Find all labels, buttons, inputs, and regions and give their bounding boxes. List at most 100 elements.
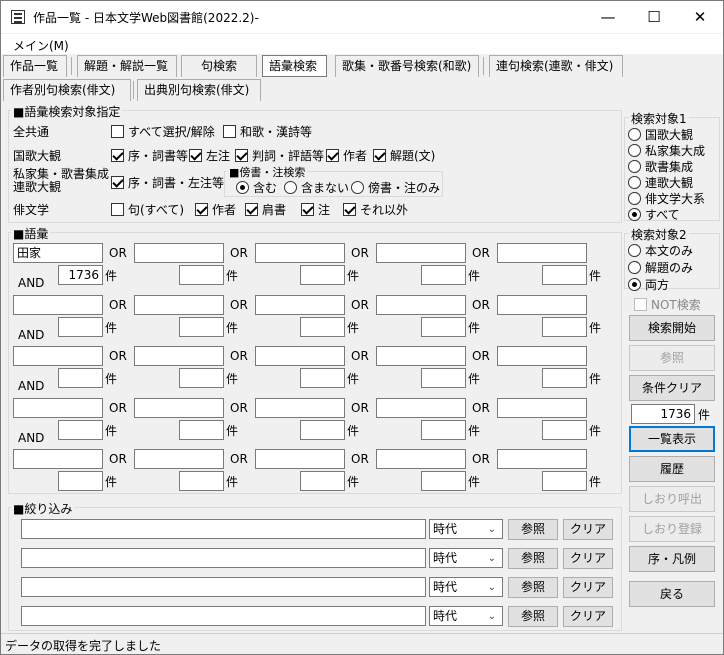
radio-search-target1[interactable]: 国歌大観 xyxy=(628,126,693,143)
bookmark-call-button[interactable]: しおり呼出 xyxy=(629,486,715,512)
radio-search-target1[interactable]: 俳文学大系 xyxy=(628,190,705,207)
term-input[interactable] xyxy=(376,449,466,469)
checkbox-haibun-note[interactable]: 注 xyxy=(301,201,330,218)
term-input[interactable] xyxy=(134,346,224,366)
filter-input[interactable] xyxy=(21,577,426,597)
checkbox-haibun-author[interactable]: 作者 xyxy=(195,201,236,218)
tab-source-haiku-search[interactable]: 出典別句検索(俳文) xyxy=(137,79,261,101)
side-ref-button[interactable]: 参照 xyxy=(629,345,715,371)
term-input[interactable] xyxy=(376,295,466,315)
count-field[interactable] xyxy=(179,368,224,388)
era-select[interactable]: 時代 ⌄ xyxy=(429,606,503,626)
count-field[interactable]: 1736 xyxy=(58,265,103,285)
term-input[interactable] xyxy=(13,398,103,418)
checkbox-kokka-preface[interactable]: 序・詞書等 xyxy=(111,147,188,164)
close-button[interactable]: ✕ xyxy=(677,1,723,33)
term-input[interactable] xyxy=(134,398,224,418)
checkbox-haibun-other[interactable]: それ以外 xyxy=(343,201,408,218)
history-button[interactable]: 履歴 xyxy=(629,456,715,482)
term-input[interactable] xyxy=(134,449,224,469)
radio-bosho-include[interactable]: 含む xyxy=(236,179,277,196)
filter-input[interactable] xyxy=(21,519,426,539)
maximize-button[interactable]: ☐ xyxy=(631,1,677,33)
filter-ref-button[interactable]: 参照 xyxy=(508,577,558,598)
checkbox-kokka-left-note[interactable]: 左注 xyxy=(189,147,230,164)
term-input[interactable] xyxy=(13,346,103,366)
filter-clear-button[interactable]: クリア xyxy=(563,548,613,569)
term-input[interactable] xyxy=(376,398,466,418)
tab-commentary-list[interactable]: 解題・解説一覧 xyxy=(77,55,177,77)
count-field[interactable] xyxy=(58,368,103,388)
term-input[interactable] xyxy=(255,398,345,418)
count-field[interactable] xyxy=(421,471,466,491)
term-input[interactable] xyxy=(13,295,103,315)
count-field[interactable] xyxy=(58,420,103,440)
radio-search-target2[interactable]: 両方 xyxy=(628,276,669,293)
count-field[interactable] xyxy=(542,265,587,285)
term-input[interactable] xyxy=(497,243,587,263)
era-select[interactable]: 時代 ⌄ xyxy=(429,548,503,568)
tab-vocab-search[interactable]: 語彙検索 xyxy=(262,55,327,77)
count-field[interactable] xyxy=(300,265,345,285)
term-input[interactable] xyxy=(376,243,466,263)
term-input[interactable] xyxy=(134,295,224,315)
count-field[interactable] xyxy=(542,471,587,491)
term-input[interactable] xyxy=(13,449,103,469)
checkbox-haibun-title[interactable]: 肩書 xyxy=(245,201,286,218)
count-field[interactable] xyxy=(179,317,224,337)
radio-search-target1[interactable]: すべて xyxy=(628,206,680,223)
filter-input[interactable] xyxy=(21,548,426,568)
checkbox-waka-kanshi[interactable]: 和歌・漢詩等 xyxy=(223,123,312,140)
radio-search-target1[interactable]: 私家集大成 xyxy=(628,142,705,159)
radio-bosho-only[interactable]: 傍書・注のみ xyxy=(351,179,440,196)
count-field[interactable] xyxy=(179,420,224,440)
count-field[interactable] xyxy=(542,368,587,388)
tab-renku-search[interactable]: 連句検索(連歌・俳文) xyxy=(489,55,623,77)
count-field[interactable] xyxy=(300,317,345,337)
count-field[interactable] xyxy=(300,471,345,491)
term-input[interactable] xyxy=(497,449,587,469)
count-field[interactable] xyxy=(421,420,466,440)
term-input[interactable] xyxy=(255,243,345,263)
count-field[interactable] xyxy=(300,420,345,440)
count-field[interactable] xyxy=(421,265,466,285)
term-input[interactable] xyxy=(255,346,345,366)
minimize-button[interactable]: — xyxy=(585,1,631,33)
list-view-button[interactable]: 一覧表示 xyxy=(629,426,715,452)
bookmark-save-button[interactable]: しおり登録 xyxy=(629,516,715,542)
checkbox-not-search[interactable]: NOT検索 xyxy=(634,296,701,313)
count-field[interactable] xyxy=(542,420,587,440)
count-field[interactable] xyxy=(542,317,587,337)
term-input[interactable] xyxy=(134,243,224,263)
checkbox-haibun-ku[interactable]: 句(すべて) xyxy=(111,201,184,218)
search-start-button[interactable]: 検索開始 xyxy=(629,315,715,341)
term-input[interactable] xyxy=(255,449,345,469)
term-input[interactable] xyxy=(497,295,587,315)
total-count-field[interactable]: 1736 xyxy=(631,404,695,424)
preface-button[interactable]: 序・凡例 xyxy=(629,546,715,572)
tab-author-haiku-search[interactable]: 作者別句検索(俳文) xyxy=(3,79,131,101)
term-input[interactable]: 田家 xyxy=(13,243,103,263)
count-field[interactable] xyxy=(179,265,224,285)
radio-search-target1[interactable]: 連歌大観 xyxy=(628,174,693,191)
filter-ref-button[interactable]: 参照 xyxy=(508,548,558,569)
radio-search-target1[interactable]: 歌書集成 xyxy=(628,158,693,175)
back-button[interactable]: 戻る xyxy=(629,581,715,607)
radio-search-target2[interactable]: 解題のみ xyxy=(628,259,693,276)
count-field[interactable] xyxy=(421,368,466,388)
filter-clear-button[interactable]: クリア xyxy=(563,606,613,627)
checkbox-kokka-kaidai[interactable]: 解題(文) xyxy=(373,147,435,164)
checkbox-kokka-judgement[interactable]: 判詞・評語等 xyxy=(235,147,324,164)
tab-poem-number-search[interactable]: 歌集・歌番号検索(和歌) xyxy=(335,55,479,77)
era-select[interactable]: 時代 ⌄ xyxy=(429,519,503,539)
filter-clear-button[interactable]: クリア xyxy=(563,519,613,540)
radio-search-target2[interactable]: 本文のみ xyxy=(628,242,693,259)
checkbox-kokka-author[interactable]: 作者 xyxy=(326,147,367,164)
checkbox-select-all[interactable]: すべて選択/解除 xyxy=(111,123,215,140)
menu-main[interactable]: メイン(M) xyxy=(13,37,69,54)
filter-ref-button[interactable]: 参照 xyxy=(508,606,558,627)
term-input[interactable] xyxy=(376,346,466,366)
filter-clear-button[interactable]: クリア xyxy=(563,577,613,598)
tab-works-list[interactable]: 作品一覧 xyxy=(3,55,67,77)
count-field[interactable] xyxy=(300,368,345,388)
